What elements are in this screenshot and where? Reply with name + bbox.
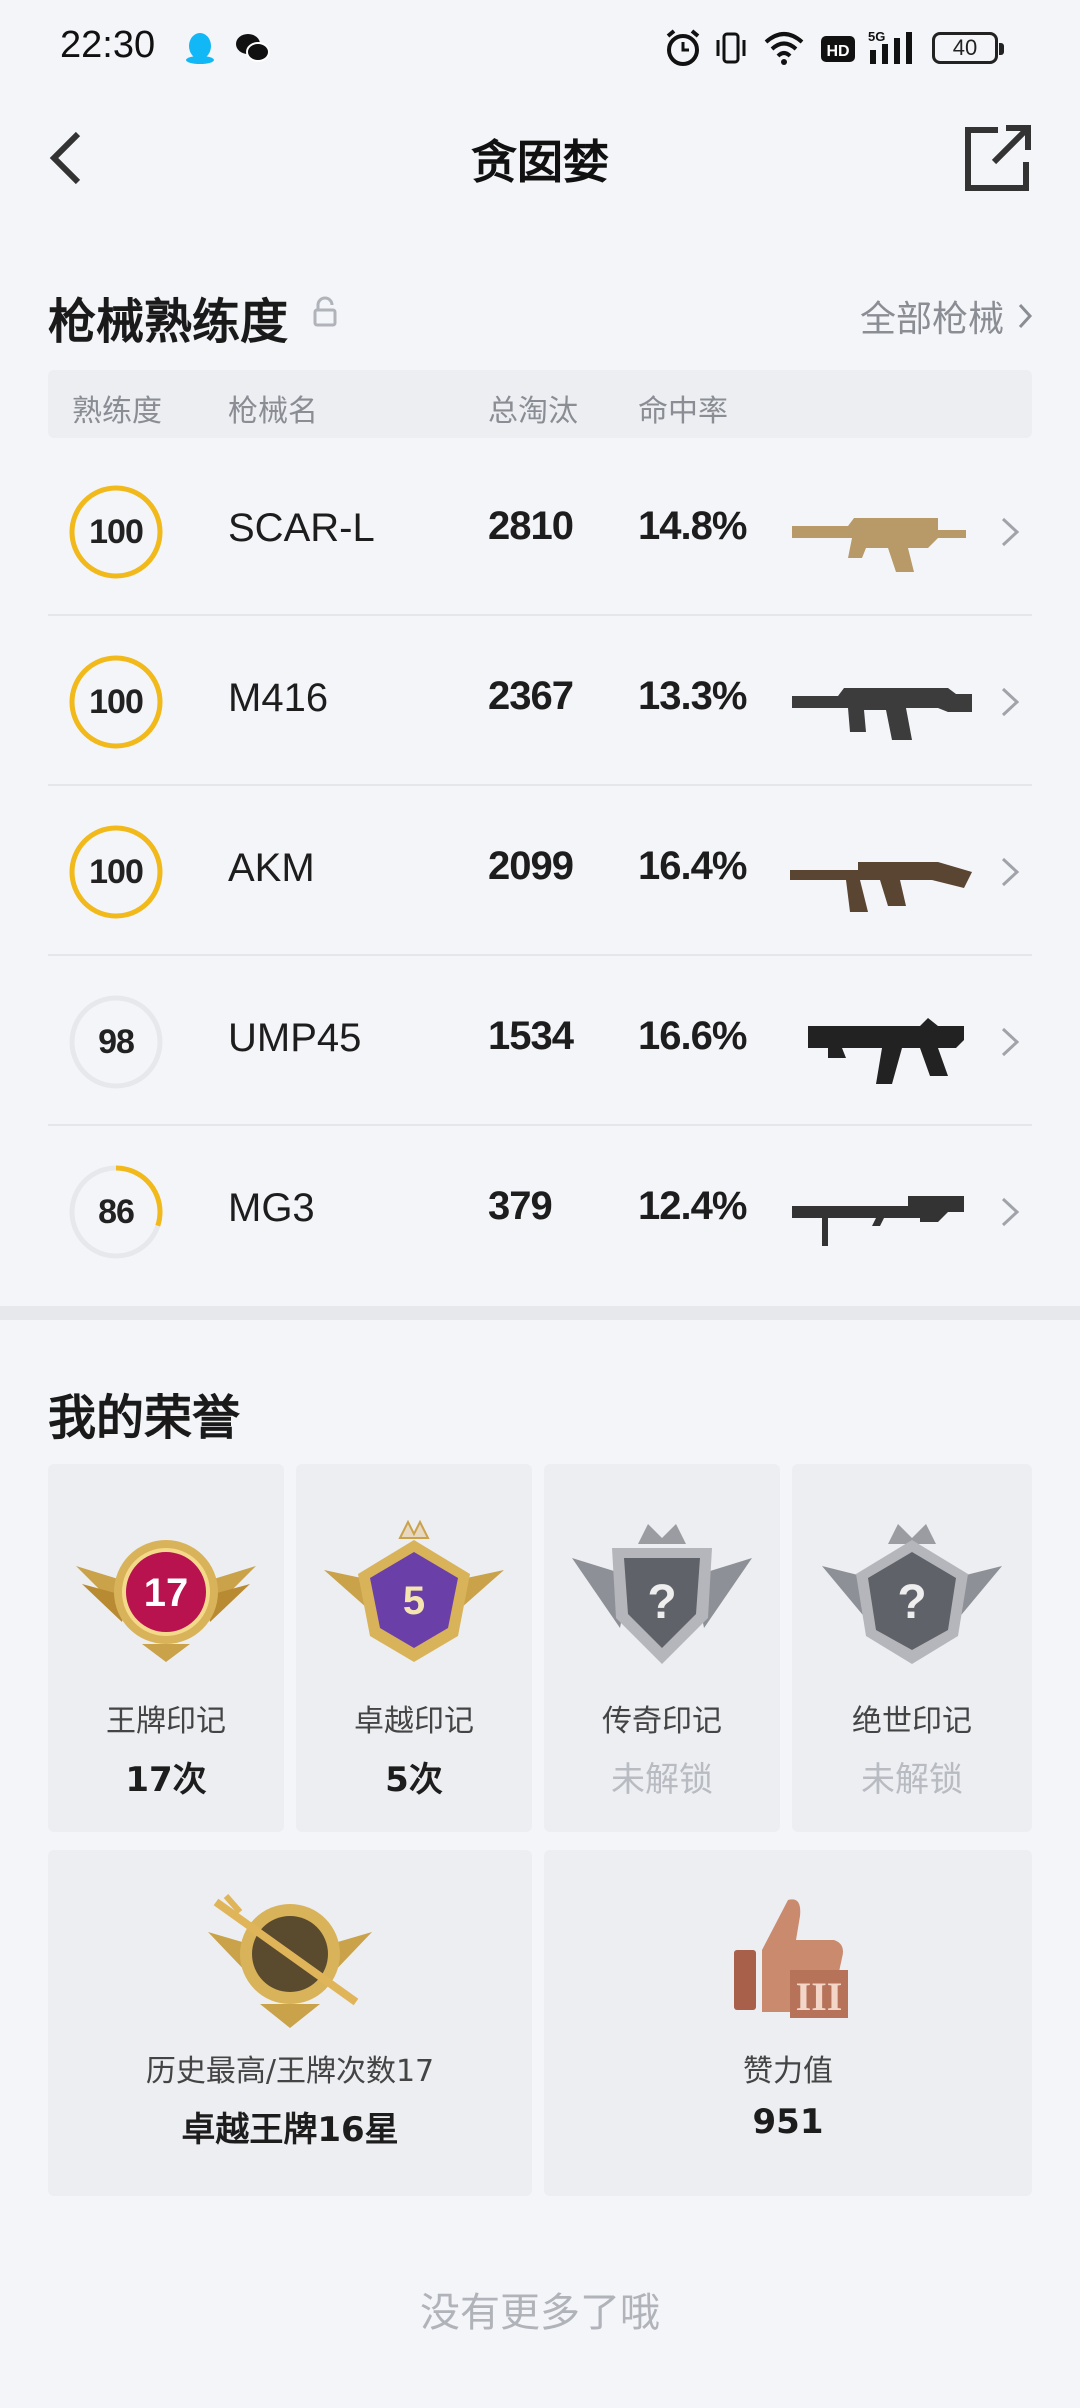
weapon-name: UMP45 xyxy=(228,1016,362,1060)
chevron-right-icon xyxy=(1018,303,1033,329)
battery-indicator: 40 xyxy=(932,32,1004,64)
weapon-row-m416[interactable]: 100 M416 2367 13.3% xyxy=(48,616,1032,786)
total-kills: 2367 xyxy=(488,674,574,718)
svg-text:III: III xyxy=(796,1974,843,2019)
section-divider xyxy=(0,1306,1080,1320)
legend-mark-badge-icon: ? xyxy=(572,1524,752,1664)
chevron-right-icon xyxy=(1001,687,1020,717)
col-weapon-name: 枪械名 xyxy=(228,394,318,429)
weapon-name: MG3 xyxy=(228,1186,315,1230)
all-weapons-link[interactable]: 全部枪械 xyxy=(860,290,1034,342)
no-more-text: 没有更多了哦 xyxy=(420,2290,660,2336)
all-weapons-label: 全部枪械 xyxy=(859,299,1004,340)
weapon-name: SCAR-L xyxy=(228,506,375,550)
peerless-badge-number: ? xyxy=(897,1576,926,1629)
honor-card-excellence-mark[interactable]: 5 卓越印记 5次 xyxy=(296,1464,532,1832)
proficiency-level: 86 xyxy=(98,1193,135,1231)
hit-rate: 12.4% xyxy=(638,1184,747,1228)
status-time: 22:30 xyxy=(60,24,156,66)
total-kills: 1534 xyxy=(488,1014,574,1058)
proficiency-ring: 100 xyxy=(68,654,164,750)
svg-text:HD: HD xyxy=(826,43,849,60)
status-bar: 22:30 HD 5G 40 xyxy=(0,0,1080,96)
hit-rate: 14.8% xyxy=(638,504,747,548)
honors-title: 我的荣誉 xyxy=(48,1390,241,1446)
weapon-table-header: 熟练度 枪械名 总淘汰 命中率 xyxy=(48,370,1032,438)
signal-5g-icon: 5G xyxy=(868,29,912,64)
col-hit-rate: 命中率 xyxy=(638,394,728,429)
legend-badge-number: ? xyxy=(647,1576,676,1629)
col-proficiency: 熟练度 xyxy=(72,394,162,429)
honor-value-locked: 未解锁 xyxy=(611,1760,713,1800)
vibrate-icon xyxy=(716,32,746,64)
scar-l-rifle-icon xyxy=(792,518,966,572)
page-title: 贪囡婪 xyxy=(471,135,609,189)
proficiency-level: 98 xyxy=(98,1023,135,1061)
thumbs-up-icon: III xyxy=(734,1899,848,2019)
proficiency-ring: 100 xyxy=(68,484,164,580)
honor-label: 绝世印记 xyxy=(852,1704,972,1739)
wechat-icon xyxy=(236,34,270,62)
highest-rank-card[interactable]: 历史最高/王牌次数17 卓越王牌16星 xyxy=(48,1850,532,2196)
weapon-name: M416 xyxy=(228,676,329,720)
alarm-icon xyxy=(666,29,700,66)
honor-card-ace-mark[interactable]: 17 王牌印记 17次 xyxy=(48,1464,284,1832)
top-nav: 贪囡婪 xyxy=(0,100,1080,220)
honor-label: 王牌印记 xyxy=(106,1704,226,1739)
weapon-row-akm[interactable]: 100 AKM 2099 16.4% xyxy=(48,786,1032,956)
rank-emblem-icon xyxy=(208,1894,372,2028)
chevron-right-icon xyxy=(1001,517,1020,547)
hit-rate: 16.4% xyxy=(638,844,747,888)
weapon-row-mg3[interactable]: 86 MG3 379 12.4% xyxy=(48,1126,1032,1296)
total-kills: 2099 xyxy=(488,844,574,888)
weapon-row-ump45[interactable]: 98 UMP45 1534 16.6% xyxy=(48,956,1032,1126)
excellence-mark-badge-icon: 5 xyxy=(324,1519,504,1662)
ace-mark-badge-icon: 17 xyxy=(76,1540,256,1662)
highest-rank-label: 历史最高/王牌次数17 xyxy=(145,2054,435,2089)
hit-rate: 16.6% xyxy=(638,1014,747,1058)
proficiency-level: 100 xyxy=(89,683,144,721)
ump45-smg-icon xyxy=(808,1018,964,1084)
total-kills: 379 xyxy=(488,1184,553,1228)
proficiency-level: 100 xyxy=(89,513,144,551)
likes-card[interactable]: III 赞力值 951 xyxy=(544,1850,1032,2196)
likes-label: 赞力值 xyxy=(743,2054,833,2089)
svg-text:5G: 5G xyxy=(868,29,885,44)
hit-rate: 13.3% xyxy=(638,674,747,718)
honor-label: 传奇印记 xyxy=(602,1704,722,1739)
ace-badge-number: 17 xyxy=(144,1571,189,1615)
total-kills: 2810 xyxy=(488,504,574,548)
peerless-mark-badge-icon: ? xyxy=(822,1524,1002,1664)
likes-value: 951 xyxy=(752,2102,824,2142)
hd-icon: HD xyxy=(821,36,855,62)
qq-icon xyxy=(186,33,214,64)
honor-value-locked: 未解锁 xyxy=(861,1760,963,1800)
weapon-proficiency-title: 枪械熟练度 xyxy=(48,294,289,350)
akm-rifle-icon xyxy=(790,862,972,912)
wifi-icon xyxy=(764,32,804,65)
honor-card-legend-mark[interactable]: ? 传奇印记 未解锁 xyxy=(544,1464,780,1832)
col-total-kills: 总淘汰 xyxy=(488,394,578,429)
honor-value: 17次 xyxy=(125,1760,207,1800)
weapon-name: AKM xyxy=(228,846,315,890)
chevron-right-icon xyxy=(1001,1027,1020,1057)
proficiency-ring: 98 xyxy=(68,994,164,1090)
external-link-icon[interactable] xyxy=(958,118,1038,198)
proficiency-ring: 100 xyxy=(68,824,164,920)
chevron-right-icon xyxy=(1001,1197,1020,1227)
highest-rank-value: 卓越王牌16星 xyxy=(181,2110,399,2150)
proficiency-ring: 86 xyxy=(68,1164,164,1260)
proficiency-level: 100 xyxy=(89,853,144,891)
honor-value: 5次 xyxy=(385,1760,443,1800)
honor-label: 卓越印记 xyxy=(354,1704,474,1739)
honor-card-peerless-mark[interactable]: ? 绝世印记 未解锁 xyxy=(792,1464,1032,1832)
chevron-right-icon xyxy=(1001,857,1020,887)
mg3-lmg-icon xyxy=(792,1196,964,1246)
excellence-badge-number: 5 xyxy=(403,1579,425,1623)
unlock-icon[interactable] xyxy=(312,296,338,328)
weapon-row-scar-l[interactable]: 100 SCAR-L 2810 14.8% xyxy=(48,446,1032,616)
m416-rifle-icon xyxy=(792,688,972,740)
